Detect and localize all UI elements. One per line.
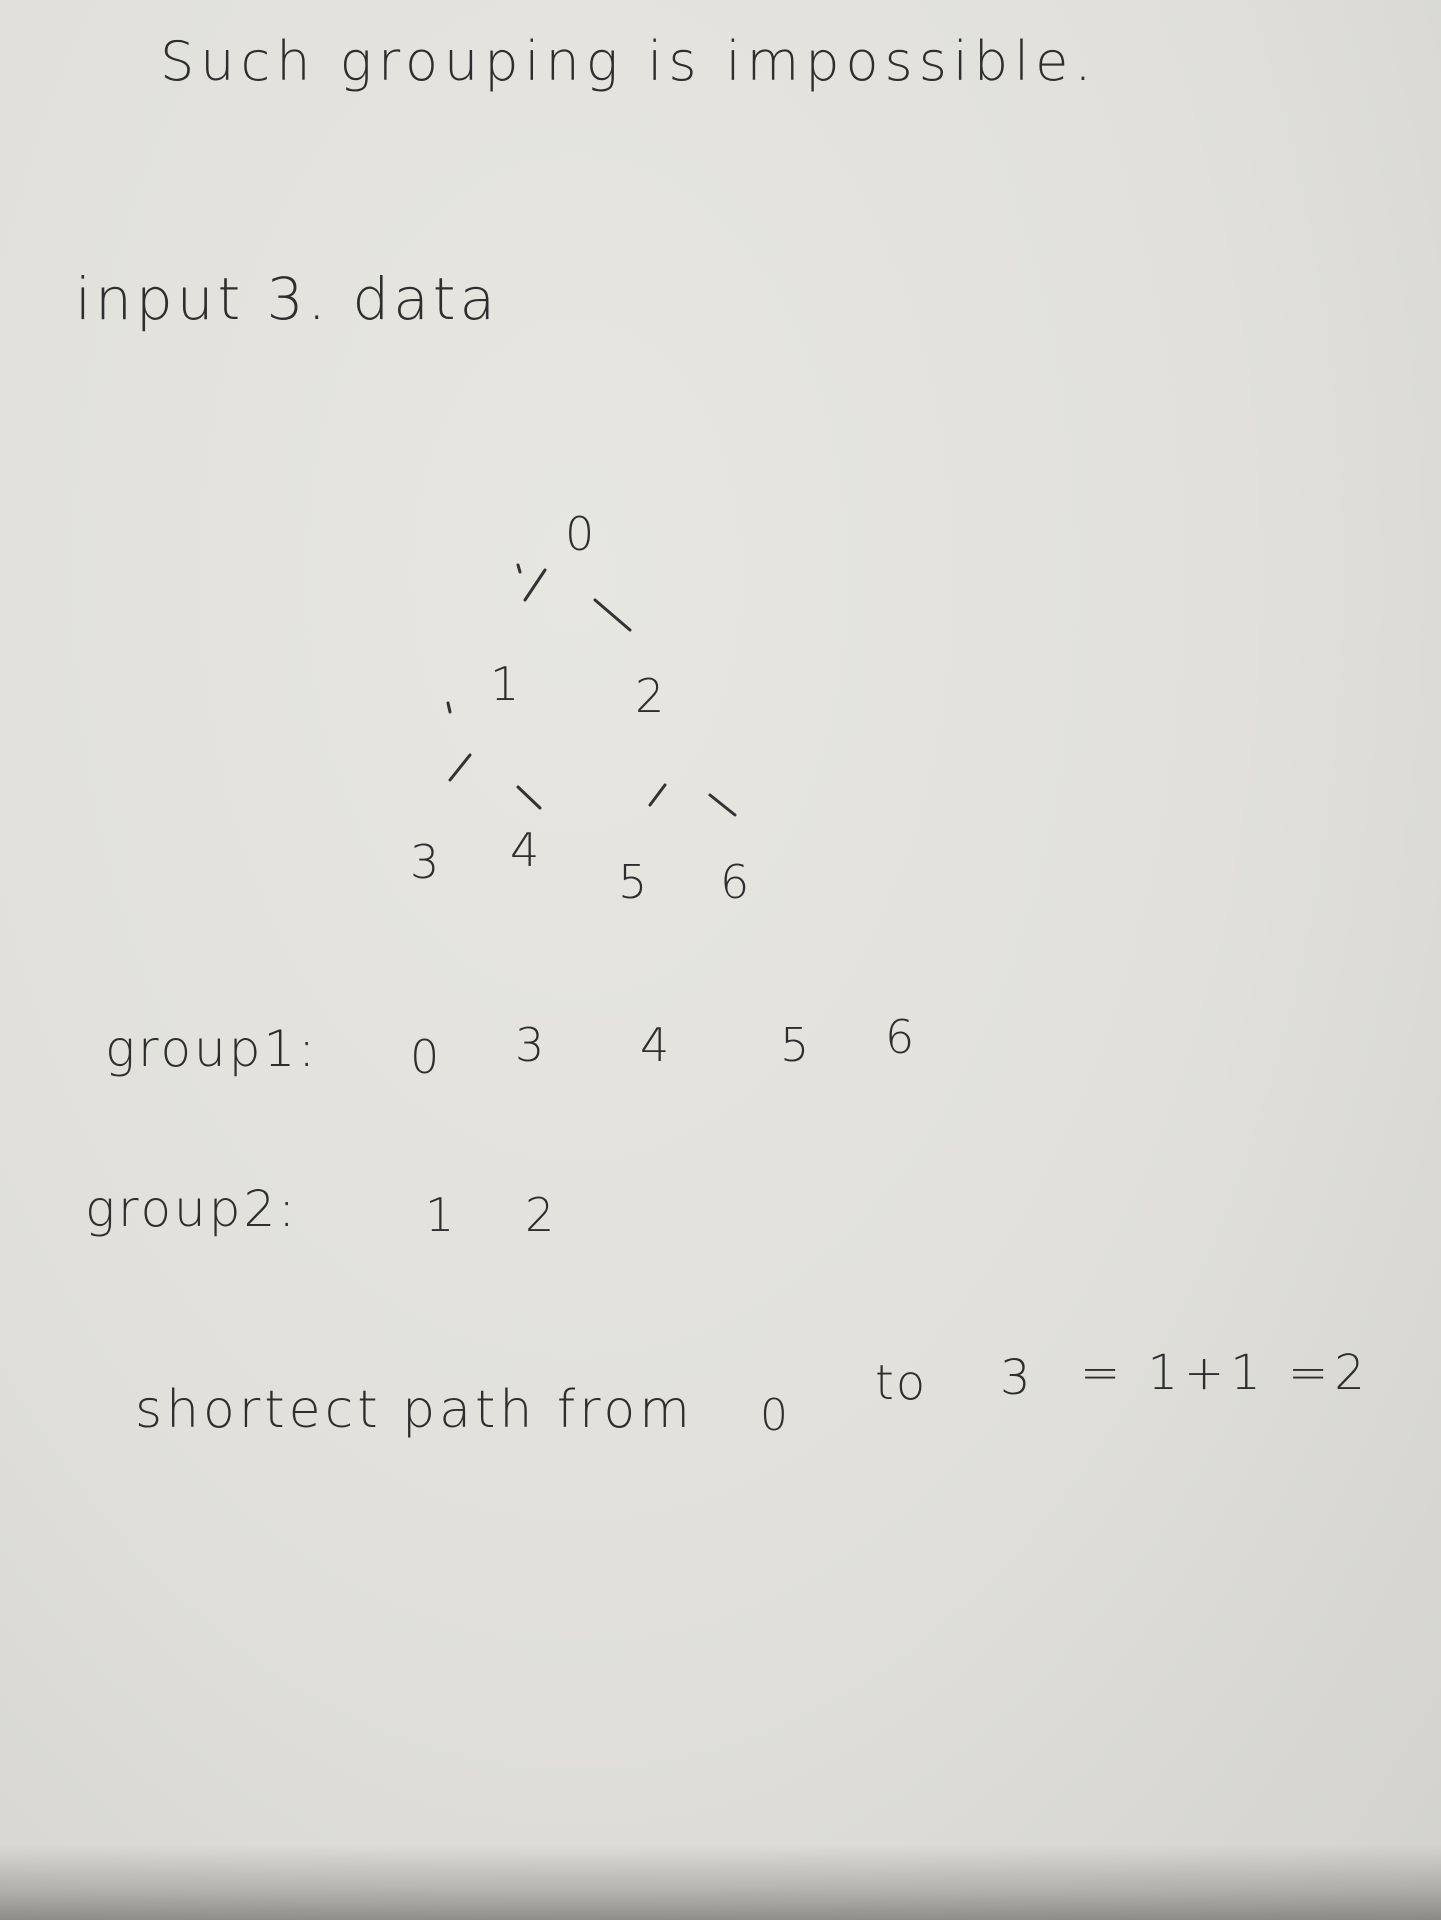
tree-edge-1-4 (516, 785, 542, 810)
path-expression: = 1+1 =2 (1080, 1345, 1371, 1401)
tree-node-1: 1 (490, 657, 519, 711)
tree-edge-1-3-tick (446, 701, 452, 714)
path-to-word: to (875, 1355, 928, 1411)
tree-node-3: 3 (410, 835, 439, 889)
tree-node-5: 5 (618, 855, 647, 909)
page-edge-shadow (0, 1845, 1441, 1920)
group1-member: 4 (640, 1018, 670, 1072)
tree-node-4: 4 (510, 823, 539, 877)
group2-member: 1 (425, 1188, 455, 1242)
path-from-node: 0 (760, 1390, 790, 1441)
notebook-page: Such grouping is impossible. input 3. da… (0, 0, 1441, 1920)
group2-member: 2 (525, 1188, 555, 1242)
tree-edge-2-6 (708, 793, 737, 817)
tree-edge-2-5 (648, 783, 667, 807)
tree-node-6: 6 (720, 855, 749, 909)
tree-edge-0-2 (593, 598, 632, 632)
group1-member: 0 (410, 1030, 440, 1084)
path-target-node: 3 (1000, 1350, 1033, 1406)
binary-tree-diagram: 0 1 2 3 4 5 6 (410, 507, 749, 909)
group1-member: 6 (885, 1010, 915, 1064)
group1-member: 3 (515, 1018, 545, 1072)
tree-edge-1-3 (448, 753, 472, 782)
tree-edge-0-1-tick (516, 563, 522, 574)
group1-member: 5 (780, 1018, 810, 1072)
path-label: shortect path from (135, 1380, 694, 1440)
tree-node-0: 0 (565, 507, 594, 561)
group2-label: group2: (85, 1180, 299, 1238)
group1-label: group1: (105, 1020, 319, 1078)
tree-edge-0-1 (523, 568, 547, 602)
tree-node-2: 2 (635, 669, 664, 723)
